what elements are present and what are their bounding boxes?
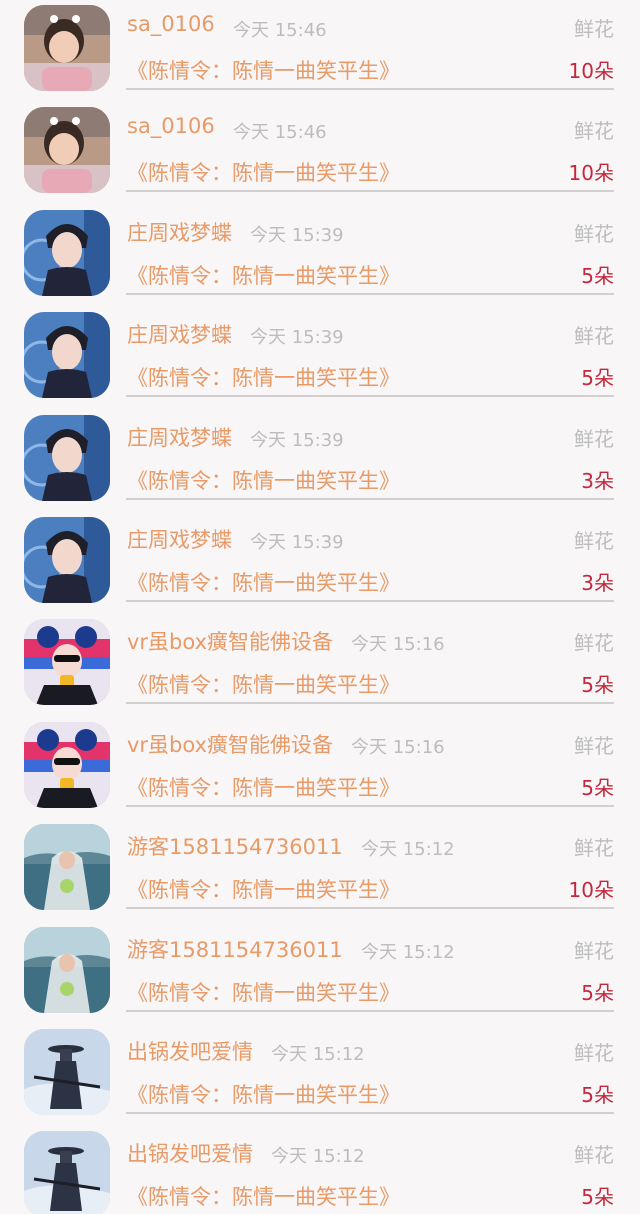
- list-item[interactable]: 游客1581154736011 今天 15:12 鲜花《陈情令：陈情一曲笑平生》 10…: [0, 819, 640, 921]
- gift-amount: 3朵: [581, 468, 614, 493]
- timestamp: 今天 15:12: [271, 1146, 365, 1168]
- gift-amount: 10朵: [568, 161, 614, 186]
- gift-amount: 5朵: [581, 366, 614, 391]
- work-title-link[interactable]: 《陈情令：陈情一曲笑平生》: [127, 55, 400, 85]
- username[interactable]: vr虽box癀智能佛设备: [127, 729, 333, 759]
- gift-amount: 5朵: [581, 980, 614, 1005]
- list-item[interactable]: 庄周戏梦蝶 今天 15:39 鲜花《陈情令：陈情一曲笑平生》 3朵: [0, 410, 640, 512]
- username[interactable]: 庄周戏梦蝶: [127, 217, 232, 247]
- username[interactable]: 庄周戏梦蝶: [127, 319, 232, 349]
- timestamp: 今天 15:12: [271, 1044, 365, 1065]
- list-item[interactable]: 出锅发吧爱情 今天 15:12 鲜花《陈情令：陈情一曲笑平生》 5朵: [0, 1024, 640, 1126]
- girl-avatar-icon[interactable]: [24, 107, 110, 194]
- list-item[interactable]: 庄周戏梦蝶 今天 15:39 鲜花《陈情令：陈情一曲笑平生》 5朵: [0, 205, 640, 307]
- work-title-link[interactable]: 《陈情令：陈情一曲笑平生》: [127, 362, 400, 392]
- cartoon-girl-avatar-icon[interactable]: [24, 619, 110, 706]
- work-title-link[interactable]: 《陈情令：陈情一曲笑平生》: [127, 260, 400, 290]
- username[interactable]: sa_0106: [127, 114, 215, 138]
- row-divider: [126, 907, 614, 910]
- username[interactable]: 庄周戏梦蝶: [127, 422, 232, 452]
- work-title-link[interactable]: 《陈情令：陈情一曲笑平生》: [127, 465, 400, 495]
- list-item[interactable]: 出锅发吧爱情 今天 15:12 鲜花《陈情令：陈情一曲笑平生》 5朵: [0, 1126, 640, 1214]
- work-title-link[interactable]: 《陈情令：陈情一曲笑平生》: [127, 1181, 400, 1211]
- username[interactable]: 游客1581154736011: [127, 831, 343, 861]
- row-divider: [126, 702, 614, 705]
- timestamp: 今天 15:16: [351, 736, 445, 758]
- gift-type-label: 鲜花: [574, 733, 614, 758]
- swordsman-avatar-icon[interactable]: [24, 1131, 110, 1214]
- gift-amount: 5朵: [581, 263, 614, 288]
- gift-type-label: 鲜花: [574, 631, 614, 656]
- username[interactable]: 出锅发吧爱情: [127, 1036, 253, 1066]
- gift-type-label: 鲜花: [574, 1041, 614, 1065]
- gift-amount: 5朵: [581, 673, 614, 698]
- gift-type-label: 鲜花: [574, 426, 614, 451]
- username[interactable]: 庄周戏梦蝶: [127, 524, 232, 554]
- username[interactable]: sa_0106: [127, 12, 215, 36]
- timestamp: 今天 15:39: [250, 327, 344, 349]
- gift-amount: 3朵: [581, 571, 614, 595]
- gift-type-label: 鲜花: [574, 221, 614, 246]
- work-title-link[interactable]: 《陈情令：陈情一曲笑平生》: [127, 977, 400, 1007]
- gift-type-label: 鲜花: [574, 119, 614, 144]
- young-man-avatar-icon[interactable]: [24, 209, 110, 296]
- gift-type-label: 鲜花: [574, 324, 614, 349]
- list-item[interactable]: vr虽box癀智能佛设备 今天 15:16 鲜花《陈情令：陈情一曲笑平生》 5朵: [0, 717, 640, 819]
- row-divider: [126, 395, 614, 398]
- timestamp: 今天 15:16: [351, 634, 445, 656]
- bride-avatar-icon[interactable]: [24, 926, 110, 1013]
- gift-type-label: 鲜花: [574, 529, 614, 553]
- bride-avatar-icon[interactable]: [24, 824, 110, 911]
- gift-amount: 10朵: [568, 59, 614, 83]
- timestamp: 今天 15:39: [250, 224, 344, 246]
- timestamp: 今天 15:39: [250, 532, 344, 553]
- cartoon-girl-avatar-icon[interactable]: [24, 721, 110, 808]
- gift-amount: 5朵: [581, 1083, 614, 1107]
- girl-avatar-icon[interactable]: [24, 5, 110, 91]
- gift-amount: 5朵: [581, 775, 614, 800]
- username[interactable]: 游客1581154736011: [127, 934, 343, 964]
- row-divider: [126, 497, 614, 500]
- timestamp: 今天 15:46: [233, 122, 327, 144]
- gift-record-list: sa_0106 今天 15:46 鲜花 《陈情令：陈情一曲笑平生》 10朵 sa_0106…: [0, 0, 640, 1214]
- row-divider: [126, 600, 614, 602]
- list-item[interactable]: vr虽box癀智能佛设备 今天 15:16 鲜花《陈情令：陈情一曲笑平生》 5朵: [0, 614, 640, 716]
- list-item[interactable]: 庄周戏梦蝶 今天 15:39 鲜花《陈情令：陈情一曲笑平生》 3朵: [0, 512, 640, 614]
- gift-type-label: 鲜花: [574, 17, 614, 41]
- work-title-link[interactable]: 《陈情令：陈情一曲笑平生》: [127, 669, 400, 699]
- work-title-link[interactable]: 《陈情令：陈情一曲笑平生》: [127, 567, 400, 597]
- gift-amount: 10朵: [568, 878, 614, 903]
- gift-type-label: 鲜花: [574, 1143, 614, 1168]
- list-item[interactable]: 游客1581154736011 今天 15:12 鲜花《陈情令：陈情一曲笑平生》 5朵: [0, 922, 640, 1024]
- gift-amount: 5朵: [581, 1185, 614, 1210]
- work-title-link[interactable]: 《陈情令：陈情一曲笑平生》: [127, 157, 400, 187]
- swordsman-avatar-icon[interactable]: [24, 1029, 110, 1115]
- timestamp: 今天 15:39: [250, 429, 344, 451]
- young-man-avatar-icon[interactable]: [24, 414, 110, 501]
- username[interactable]: 出锅发吧爱情: [127, 1138, 253, 1168]
- list-item[interactable]: sa_0106 今天 15:46 鲜花《陈情令：陈情一曲笑平生》 10朵: [0, 0, 640, 102]
- list-item[interactable]: sa_0106 今天 15:46 鲜花《陈情令：陈情一曲笑平生》 10朵: [0, 102, 640, 204]
- timestamp: 今天 15:12: [361, 839, 455, 861]
- work-title-link[interactable]: 《陈情令：陈情一曲笑平生》: [127, 1079, 400, 1109]
- timestamp: 今天 15:46: [233, 20, 327, 41]
- row-divider: [126, 1009, 614, 1012]
- work-title-link[interactable]: 《陈情令：陈情一曲笑平生》: [127, 874, 400, 904]
- list-item[interactable]: 庄周戏梦蝶 今天 15:39 鲜花《陈情令：陈情一曲笑平生》 5朵: [0, 307, 640, 409]
- timestamp: 今天 15:12: [361, 941, 455, 963]
- row-divider: [126, 1112, 614, 1114]
- work-title-link[interactable]: 《陈情令：陈情一曲笑平生》: [127, 772, 400, 802]
- username[interactable]: vr虽box癀智能佛设备: [127, 626, 333, 656]
- row-divider: [126, 190, 614, 193]
- row-divider: [126, 804, 614, 807]
- row-divider: [126, 88, 614, 90]
- gift-type-label: 鲜花: [574, 836, 614, 861]
- row-divider: [126, 292, 614, 295]
- gift-type-label: 鲜花: [574, 938, 614, 963]
- young-man-avatar-icon[interactable]: [24, 517, 110, 603]
- young-man-avatar-icon[interactable]: [24, 312, 110, 399]
